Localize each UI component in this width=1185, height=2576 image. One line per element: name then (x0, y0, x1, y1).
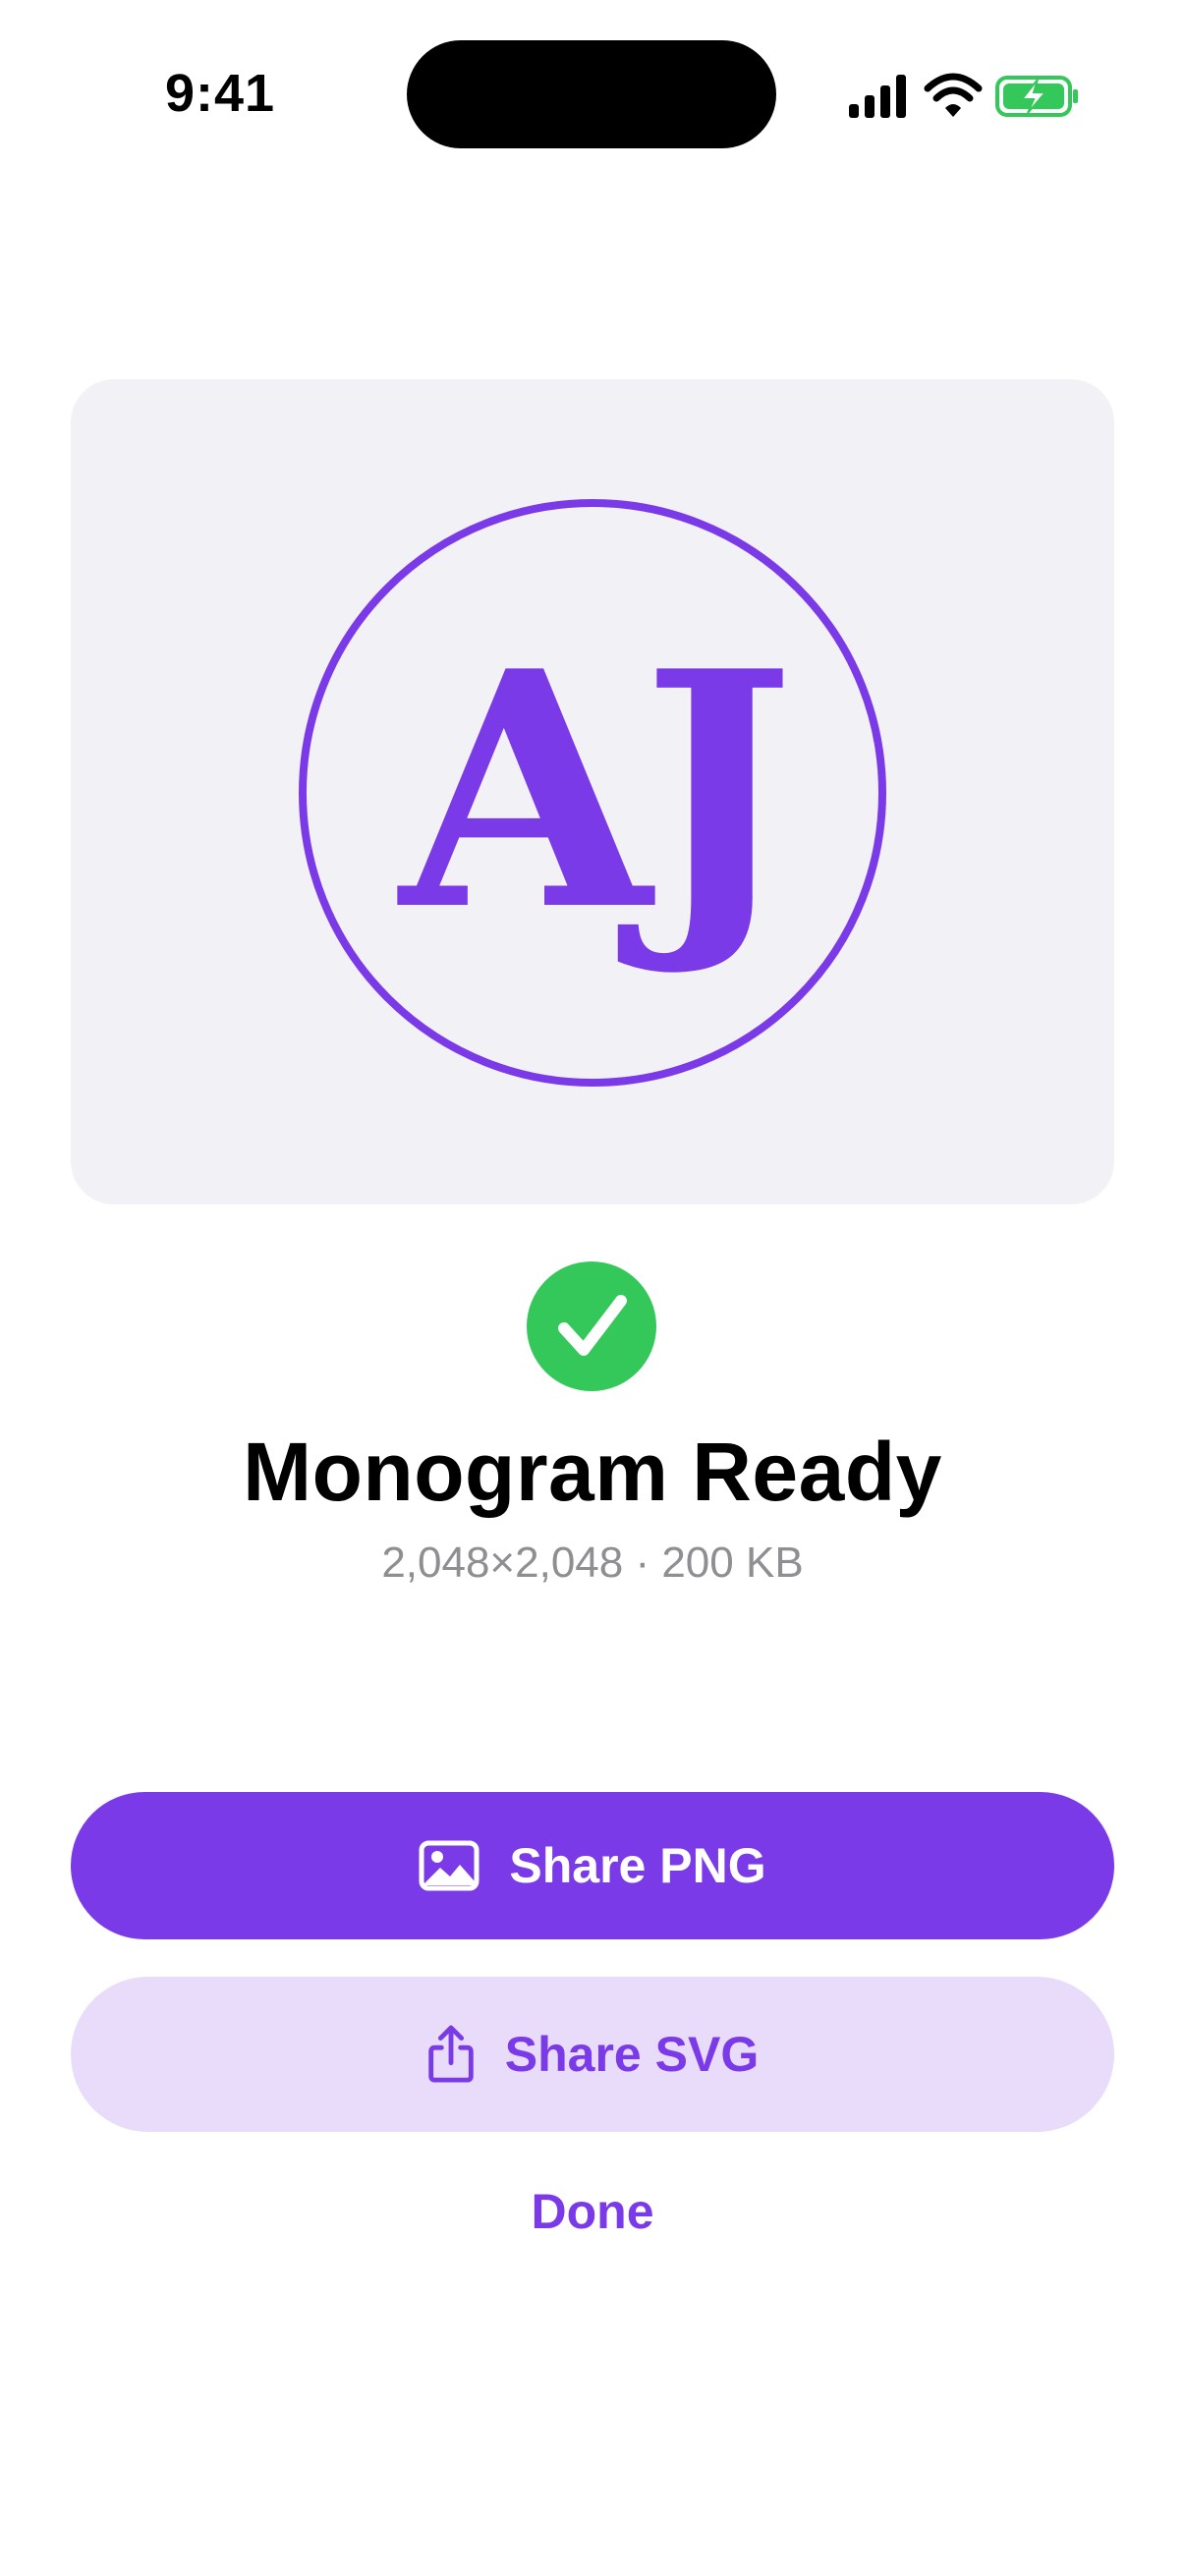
share-png-label: Share PNG (509, 1838, 766, 1893)
share-png-button[interactable]: Share PNG (71, 1792, 1114, 1939)
image-icon (419, 1840, 480, 1891)
result-details: 2,048×2,048 · 200 KB (381, 1539, 804, 1587)
monogram-preview: AJ (71, 379, 1114, 1204)
success-badge (527, 1261, 656, 1391)
wifi-icon (924, 73, 983, 117)
monogram-artwork: AJ (299, 499, 886, 1087)
done-button[interactable]: Done (0, 2183, 1185, 2240)
share-svg-button[interactable]: Share SVG (71, 1977, 1114, 2132)
share-icon (428, 2025, 474, 2083)
share-svg-label: Share SVG (504, 2027, 760, 2082)
dynamic-island (407, 40, 776, 148)
status-icons (847, 71, 1083, 122)
status-bar: 9:41 (0, 0, 1185, 187)
status-time: 9:41 (165, 64, 276, 123)
monogram-text: AJ (395, 600, 785, 981)
cellular-signal-icon (849, 75, 906, 118)
battery-charging-icon (995, 76, 1078, 117)
result-title: Monogram Ready (243, 1426, 942, 1518)
checkmark-icon (558, 1295, 627, 1356)
